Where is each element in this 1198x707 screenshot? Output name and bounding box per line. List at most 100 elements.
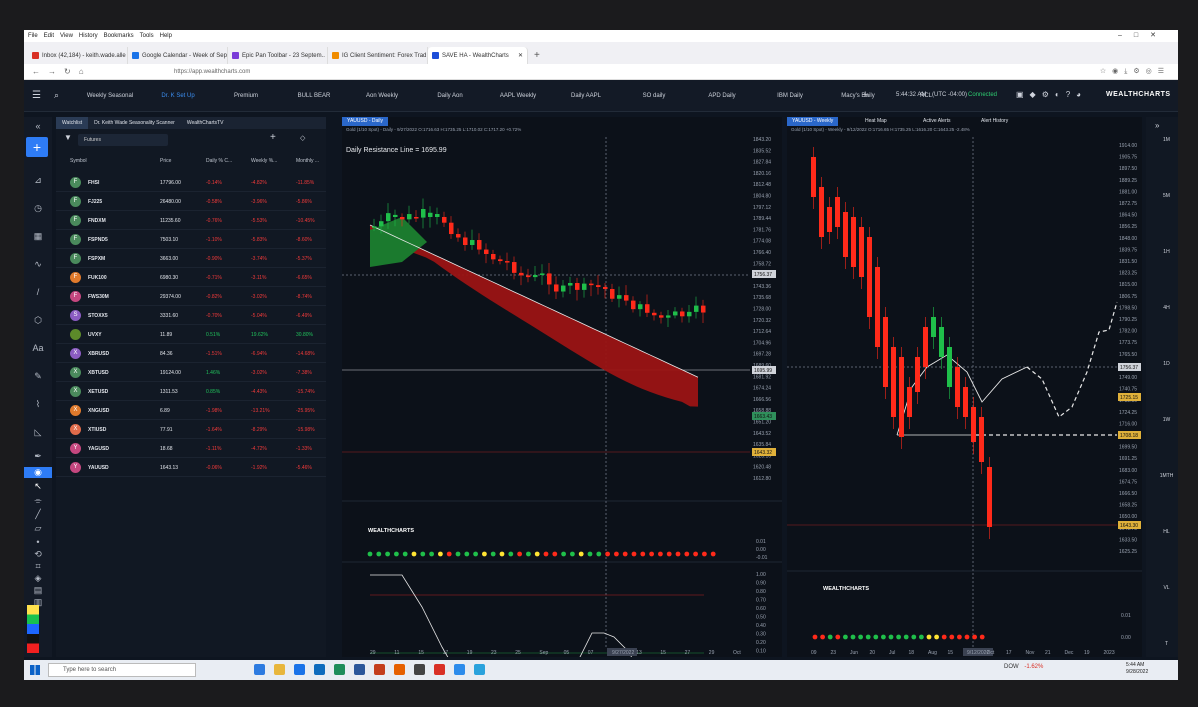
color-palette[interactable] xyxy=(27,605,39,653)
watchlist-tab[interactable]: Watchlist xyxy=(56,117,89,129)
browser-tab[interactable]: Google Calendar - Week of Sept✕ xyxy=(128,47,228,64)
add-layout-button[interactable]: + xyxy=(862,89,868,101)
shapes-icon[interactable]: ⬡ xyxy=(24,315,52,326)
cursor-icon[interactable]: ↖ xyxy=(24,481,52,492)
home-icon[interactable]: ⌂ xyxy=(79,67,84,76)
clock-icon[interactable]: ◷ xyxy=(24,203,52,214)
col-symbol[interactable]: Symbol xyxy=(70,158,87,164)
timeframe-button[interactable]: 5M xyxy=(1155,193,1178,199)
stamp-icon[interactable]: ▤ xyxy=(24,585,52,596)
window-controls[interactable]: ‒□✕ xyxy=(1118,31,1168,39)
layout-tab[interactable]: Daily AAPL xyxy=(552,80,620,112)
layout-tab[interactable]: SO daily xyxy=(620,80,688,112)
edge-app-icon[interactable] xyxy=(254,664,265,675)
watchlist-row[interactable]: F FHSI 17796.00 -0.14% -4.82% -11.85% xyxy=(56,173,326,192)
taskbar-clock[interactable]: 5:44 AM 9/28/2022 xyxy=(1126,662,1148,676)
daily-chart-canvas[interactable]: 1843.20 1835.52 1827.84 1820.16 1812.48 1804.… xyxy=(342,117,782,657)
layout-tab[interactable]: Premium xyxy=(212,80,280,112)
col-daily[interactable]: Daily % C... xyxy=(206,158,232,164)
menu-item[interactable]: Bookmarks xyxy=(104,33,134,39)
line-tool-icon[interactable]: ╱ xyxy=(24,509,52,520)
chrome-app-icon[interactable] xyxy=(434,664,445,675)
mail-app-icon[interactable] xyxy=(314,664,325,675)
watchlist-row[interactable]: F FSPND5 7503.10 -1.10% -5.83% -8.60% xyxy=(56,230,326,249)
watchlist-row[interactable]: F FSPXM 3663.00 -0.90% -3.74% -5.37% xyxy=(56,249,326,268)
forward-icon[interactable]: → xyxy=(48,67,56,76)
timezone-text[interactable]: (UTC -04:00) xyxy=(932,92,967,98)
menu-item[interactable]: History xyxy=(79,33,98,39)
weekly-chart-canvas[interactable]: 1914.00 1905.75 1897.50 1889.25 1881.00 1872.… xyxy=(787,117,1142,657)
chart-type-icon[interactable]: ⊿ xyxy=(24,175,52,186)
watchlist-tab[interactable]: WealthChartsTV xyxy=(181,120,230,126)
eye-icon[interactable]: ◉ xyxy=(24,467,52,478)
lasso-icon[interactable]: ⟲ xyxy=(24,549,52,560)
menu-item[interactable]: File xyxy=(28,33,38,39)
watchlist-tab[interactable]: Dr. Keith Wade Seasonality Scanner xyxy=(88,120,181,126)
watchlist-row[interactable]: UVXY 11.89 0.51% 19.62% 30.80% xyxy=(56,325,326,344)
watchlist-row[interactable]: X XETUSD 1311.53 0.85% -4.43% -15.74% xyxy=(56,382,326,401)
telegram-app-icon[interactable] xyxy=(474,664,485,675)
timeframe-button[interactable]: 1W xyxy=(1155,417,1178,423)
layout-tab[interactable]: Weekly Seasonal xyxy=(76,80,144,112)
timeframe-button[interactable]: 4H xyxy=(1155,305,1178,311)
crop-icon[interactable]: ⌗ xyxy=(24,561,52,572)
menu-item[interactable]: Help xyxy=(160,33,172,39)
search-icon[interactable]: ⌕ xyxy=(54,90,59,101)
watchlist-row[interactable]: Y YAGUSD 18.68 -1.11% -4.72% -1.33% xyxy=(56,439,326,458)
layout-tab[interactable]: Aon Weekly xyxy=(348,80,416,112)
toolbar-icons[interactable]: ▣◆⚙◐?◕ xyxy=(1016,90,1087,99)
watchlist-row[interactable]: Y YAUUSD 1643.13 -0.06% -1.92% -5.46% xyxy=(56,458,326,477)
watchlist-row[interactable]: F FJ225 26480.00 -0.58% -3.96% -5.86% xyxy=(56,192,326,211)
eraser-icon[interactable]: ▱ xyxy=(24,523,52,534)
eraser-icon[interactable]: ◇ xyxy=(300,134,305,142)
zoom-app-icon[interactable] xyxy=(454,664,465,675)
line-chart-icon[interactable]: ∿ xyxy=(24,259,52,270)
app-icon[interactable] xyxy=(414,664,425,675)
timeframe-button[interactable]: 1D xyxy=(1155,361,1178,367)
explorer-app-icon[interactable] xyxy=(274,664,285,675)
add-symbol-button[interactable]: + xyxy=(270,132,276,143)
excel-app-icon[interactable] xyxy=(334,664,345,675)
system-tray[interactable]: DOW -1.62% xyxy=(1004,664,1043,670)
menu-item[interactable]: Tools xyxy=(140,33,154,39)
reload-icon[interactable]: ↻ xyxy=(64,67,71,76)
layout-tab[interactable]: Daily Aon xyxy=(416,80,484,112)
store-app-icon[interactable] xyxy=(294,664,305,675)
layout-tab[interactable]: APD Daily xyxy=(688,80,756,112)
expand-icon[interactable]: » xyxy=(1155,121,1159,130)
timeframe-button[interactable]: T xyxy=(1155,641,1178,647)
watchlist-row[interactable]: F FWS30M 29374.00 -0.82% -3.02% -8.74% xyxy=(56,287,326,306)
layout-tab[interactable]: Dr. K Set Up xyxy=(144,80,212,112)
watchlist-select[interactable]: Futures xyxy=(78,134,168,146)
close-tab-icon[interactable]: ✕ xyxy=(514,52,523,59)
timeframe-button[interactable]: 1H xyxy=(1155,249,1178,255)
timeframe-button[interactable]: 1M xyxy=(1155,137,1178,143)
col-price[interactable]: Price xyxy=(160,158,171,164)
pencil-icon[interactable]: ✎ xyxy=(24,371,52,382)
browser-tab[interactable]: Inbox (42,184) - keith.wade.alle✕ xyxy=(28,47,128,64)
browser-tab[interactable]: Epic Pan Toolbar - 23 Septem..✕ xyxy=(228,47,328,64)
layout-tab[interactable]: IBM Daily xyxy=(756,80,824,112)
brush-icon[interactable]: ⌯ xyxy=(24,495,52,506)
timeframe-button[interactable]: HL xyxy=(1155,529,1178,535)
back-icon[interactable]: ← xyxy=(32,67,40,76)
layout-tab[interactable]: AAPL Weekly xyxy=(484,80,552,112)
calendar-icon[interactable]: ▦ xyxy=(24,231,52,242)
watchlist-row[interactable]: F FNDXM 11235.60 -0.76% -5.53% -10.45% xyxy=(56,211,326,230)
timeframe-button[interactable]: 1MTH xyxy=(1155,473,1178,479)
browser-tab[interactable]: SAVE HA - WealthCharts ✕ xyxy=(428,47,528,64)
new-tab-button[interactable]: + xyxy=(528,47,546,64)
menu-item[interactable]: View xyxy=(60,33,73,39)
layout-tab[interactable]: BULL BEAR xyxy=(280,80,348,112)
url-field[interactable]: https://app.wealthcharts.com xyxy=(174,69,250,75)
watchlist-row[interactable]: F FUK100 6980.30 -0.71% -3.11% -6.65% xyxy=(56,268,326,287)
powerpoint-app-icon[interactable] xyxy=(374,664,385,675)
browser-extension-icons[interactable]: ☆◉⤓⚙◎☰ xyxy=(1100,67,1170,76)
daily-chart-panel[interactable]: YAUUSD - Daily Gold (1/10 Spot) - Daily … xyxy=(342,117,782,657)
watchlist-row[interactable]: X XNGUSD 6.89 -1.98% -13.21% -25.95% xyxy=(56,401,326,420)
hamburger-menu-icon[interactable]: ☰ xyxy=(32,90,41,101)
layout-tab[interactable]: Macy's Daily xyxy=(824,80,892,112)
taskbar-search[interactable]: Type here to search xyxy=(48,663,196,677)
add-tool-button[interactable]: + xyxy=(26,137,48,157)
watchlist-row[interactable]: X XTIUSD 77.91 -1.64% -8.29% -15.98% xyxy=(56,420,326,439)
